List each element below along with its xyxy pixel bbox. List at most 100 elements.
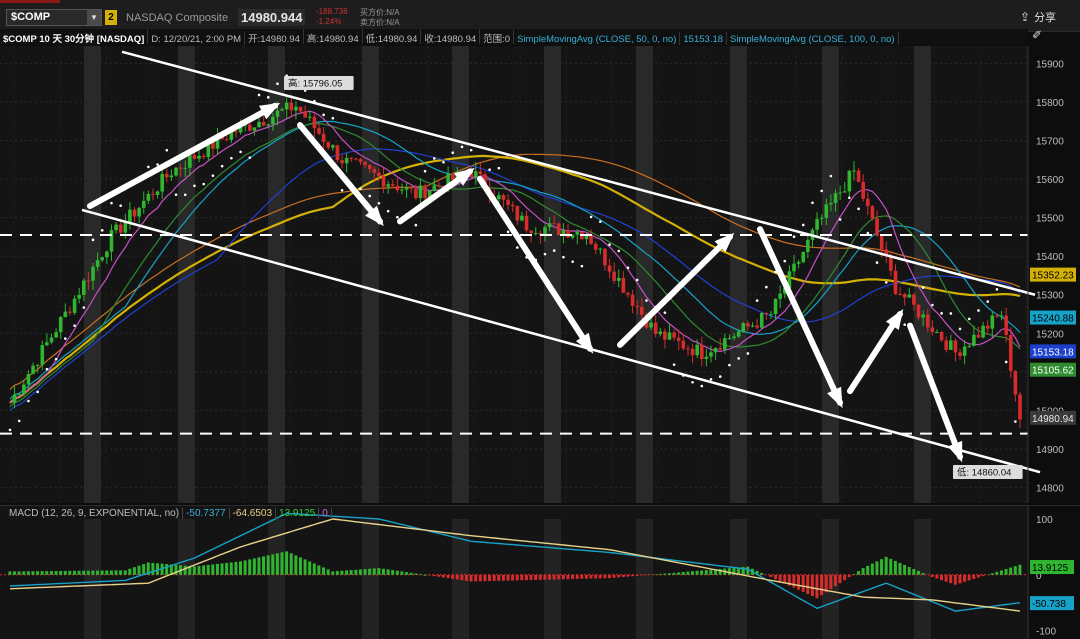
candle-body	[280, 109, 284, 111]
macd-histogram-bar	[571, 574, 575, 580]
macd-histogram-bar	[114, 570, 118, 575]
candle-body	[1018, 394, 1022, 420]
candle-body	[114, 224, 118, 231]
sma100-study-label[interactable]: SimpleMovingAvg (CLOSE, 100, 0, no)	[727, 32, 899, 45]
macd-histogram-bar	[852, 574, 856, 575]
psar-dot	[432, 157, 436, 160]
macd-histogram-bar	[963, 574, 967, 582]
chevron-down-icon[interactable]: ▼	[87, 10, 101, 25]
macd-histogram-bar	[847, 574, 851, 578]
macd-histogram-bar	[262, 556, 266, 575]
macd-study-label[interactable]: MACD (12, 26, 9, EXPONENTIAL, no)	[6, 508, 184, 519]
macd-histogram-bar	[1018, 564, 1022, 575]
candle-body	[294, 106, 298, 111]
candle-body	[17, 393, 22, 395]
candle-body	[985, 325, 990, 329]
macd-histogram-bar	[792, 574, 796, 588]
macd-histogram-bar	[377, 568, 381, 575]
macd-histogram-bar	[455, 574, 459, 580]
macd-histogram-bar	[515, 574, 519, 581]
candle-body	[829, 202, 833, 205]
macd-histogram-bar	[280, 552, 284, 575]
share-button[interactable]: ⇪ 分享	[1020, 9, 1056, 25]
price-chart[interactable]: 15900 15800 15700 15600 15500 15400 15300 15200…	[0, 46, 1080, 503]
macd-histogram-bar	[142, 564, 146, 575]
macd-histogram-bar	[26, 571, 30, 575]
psar-dot	[866, 231, 870, 235]
link-group-badge[interactable]: 2	[105, 10, 117, 25]
candle-body	[22, 384, 26, 394]
candle-body	[672, 332, 676, 338]
candle-body	[372, 168, 377, 173]
psar-dot	[110, 201, 113, 205]
macd-histogram-bar	[492, 574, 496, 581]
sma50-study-label[interactable]: SimpleMovingAvg (CLOSE, 50, 0, no)	[514, 32, 681, 45]
macd-histogram-bar	[700, 570, 704, 575]
candle-body	[169, 175, 174, 178]
candle-body	[354, 158, 358, 160]
bar-open: 开:14980.94	[245, 29, 304, 45]
candle-body	[26, 374, 31, 385]
candle-body	[160, 173, 164, 192]
macd-histogram-bar	[635, 574, 639, 576]
sma50-value: 15153.18	[680, 32, 728, 45]
macd-chart[interactable]: 100 0 -100 13.9125 -50.738	[0, 505, 1080, 639]
candle-body	[773, 298, 778, 315]
candle-body	[77, 294, 81, 299]
macd-histogram-bar	[820, 574, 824, 596]
macd-histogram-bar	[778, 574, 782, 582]
macd-histogram-bar	[695, 570, 699, 575]
macd-histogram-bar	[1004, 569, 1008, 575]
psar-dot	[783, 259, 787, 263]
macd-session-shade	[268, 519, 285, 639]
candle-body	[174, 167, 178, 176]
macd-histogram-bar	[128, 568, 132, 575]
macd-histogram-bar	[317, 565, 321, 575]
macd-histogram-bar	[497, 574, 501, 581]
macd-histogram-bar	[45, 571, 49, 575]
psar-dot	[700, 384, 704, 388]
candle-body	[533, 232, 538, 234]
macd-histogram-bar	[704, 570, 708, 575]
macd-histogram-bar	[36, 571, 40, 575]
candle-body	[377, 172, 381, 177]
candle-body	[432, 185, 437, 191]
macd-histogram-bar	[833, 574, 837, 587]
macd-histogram-bar	[82, 570, 86, 575]
macd-histogram-bar	[690, 571, 694, 575]
last-price: 14980.944	[238, 9, 306, 26]
candle-body	[972, 334, 976, 346]
macd-histogram-bar	[760, 572, 764, 575]
macd-histogram-bar	[861, 568, 865, 575]
share-icon: ⇪	[1020, 10, 1031, 24]
candle-body	[861, 181, 865, 199]
macd-histogram-bar	[958, 574, 962, 584]
draw-tools-icon[interactable]: ✐	[1032, 28, 1048, 44]
psar-dot	[54, 357, 58, 361]
macd-histogram-bar	[192, 566, 196, 575]
macd-histogram-bar	[995, 571, 999, 575]
share-label: 分享	[1034, 12, 1057, 24]
candle-body	[976, 334, 981, 338]
macd-histogram-bar	[137, 565, 141, 575]
psar-dot	[248, 156, 252, 159]
macd-session-shade	[636, 519, 653, 639]
macd-histogram-bar	[335, 571, 339, 575]
macd-histogram-bar	[432, 574, 436, 577]
candle-body	[630, 294, 635, 306]
symbol-input[interactable]: $COMP ▼	[6, 9, 102, 26]
candle-body	[58, 317, 63, 333]
candle-body	[699, 344, 704, 360]
psar-dot	[718, 375, 722, 378]
psar-dot	[940, 312, 943, 315]
macd-histogram-bar	[524, 574, 528, 581]
macd-histogram-bar	[889, 558, 893, 575]
macd-histogram-bar	[119, 570, 123, 575]
candle-body	[81, 280, 86, 295]
macd-histogram-bar	[266, 555, 270, 575]
candle-body	[690, 348, 695, 356]
macd-histogram-bar	[547, 574, 551, 580]
candle-body	[856, 170, 861, 182]
psar-dot	[193, 184, 196, 188]
macd-histogram-bar	[386, 569, 390, 575]
